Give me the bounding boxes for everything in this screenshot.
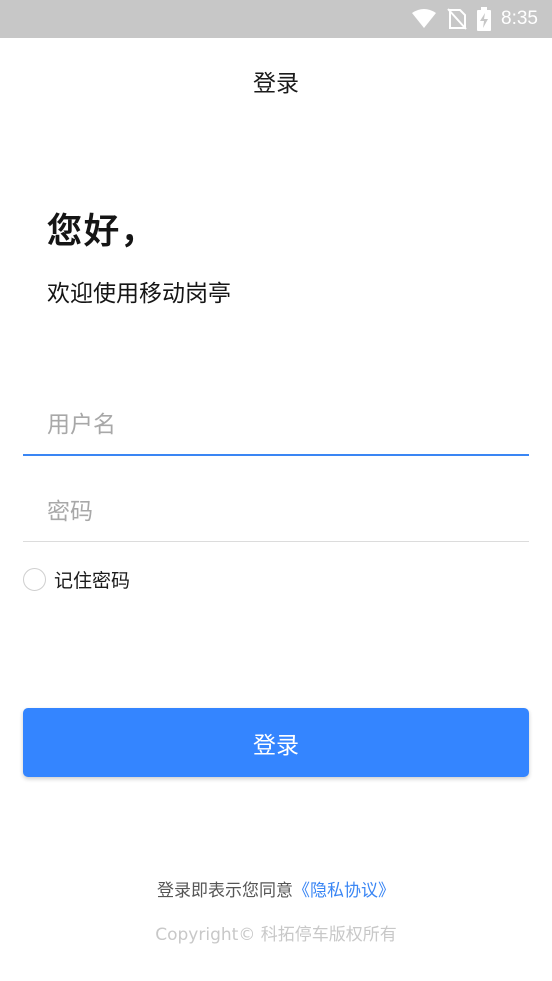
wifi-icon (411, 9, 437, 29)
battery-charging-icon (477, 7, 492, 31)
privacy-policy-link[interactable]: 《隐私协议》 (293, 881, 395, 901)
username-field (23, 396, 529, 456)
username-input[interactable] (23, 396, 529, 454)
password-field (23, 482, 529, 542)
login-button[interactable]: 登录 (23, 708, 529, 777)
remember-password[interactable]: 记住密码 (23, 566, 130, 593)
status-time: 8:35 (501, 8, 538, 29)
greeting-heading: 您好， (47, 212, 159, 252)
welcome-text: 欢迎使用移动岗亭 (47, 281, 231, 307)
agreement-text: 登录即表示您同意《隐私协议》 (0, 876, 552, 901)
agreement-prefix: 登录即表示您同意 (157, 881, 293, 901)
copyright-text: Copyright© 科拓停车版权所有 (155, 925, 397, 945)
remember-password-label: 记住密码 (54, 570, 131, 592)
password-input[interactable] (23, 482, 529, 541)
page-title: 登录 (253, 71, 299, 97)
remember-password-radio[interactable] (23, 568, 46, 591)
status-bar: 8:35 (0, 0, 552, 38)
no-sim-icon (447, 8, 467, 30)
